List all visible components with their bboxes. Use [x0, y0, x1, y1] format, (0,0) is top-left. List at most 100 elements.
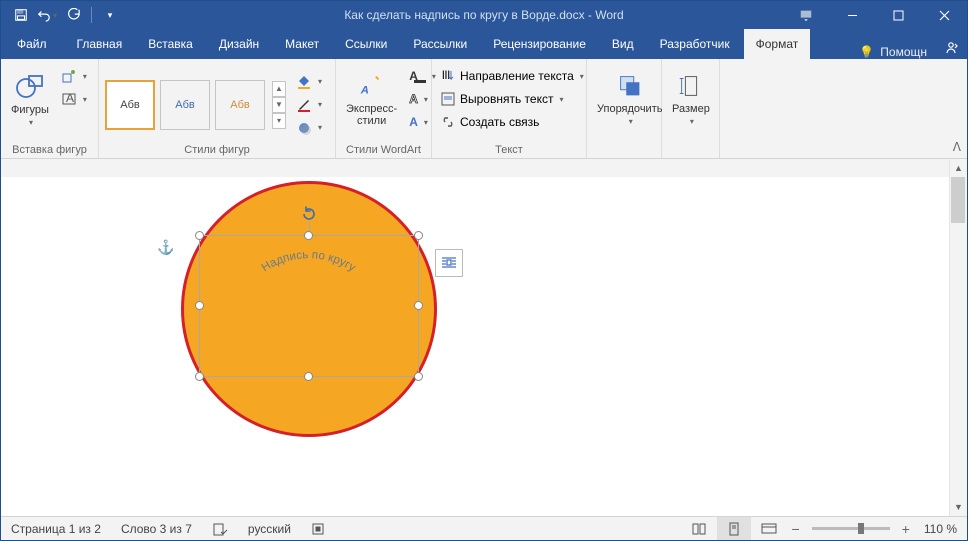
tab-developer[interactable]: Разработчик: [648, 29, 742, 59]
web-layout-button[interactable]: [751, 517, 787, 540]
shape-style-3[interactable]: Абв: [215, 80, 265, 130]
fill-icon: [296, 74, 312, 90]
tell-me-label: Помощн: [880, 45, 927, 59]
arrange-icon: [615, 71, 645, 101]
macro-indicator[interactable]: [301, 517, 335, 540]
ribbon-options-button[interactable]: [783, 1, 829, 29]
svg-text:lll: lll: [442, 68, 450, 82]
collapse-ribbon-button[interactable]: ᐱ: [953, 140, 961, 154]
quick-styles-button[interactable]: A Экспресс- стили: [340, 61, 403, 136]
shape-fill-button[interactable]: ▾: [292, 71, 326, 93]
tab-insert[interactable]: Вставка: [136, 29, 205, 59]
page[interactable]: ⚓ Надпись по кругу: [41, 177, 937, 516]
spellcheck-button[interactable]: [202, 517, 238, 540]
language-indicator[interactable]: русский: [238, 517, 301, 540]
zoom-thumb[interactable]: [858, 523, 864, 534]
resize-handle-tl[interactable]: [195, 231, 204, 240]
resize-handle-mr[interactable]: [414, 301, 423, 310]
resize-handle-tr[interactable]: [414, 231, 423, 240]
edit-shape-button[interactable]: ▾: [57, 65, 91, 87]
svg-text:A: A: [66, 91, 74, 105]
scroll-up-button[interactable]: ▲: [950, 159, 967, 177]
tab-references[interactable]: Ссылки: [333, 29, 399, 59]
undo-button[interactable]: ▾: [35, 3, 59, 27]
lightbulb-icon: 💡: [859, 45, 874, 59]
gallery-up-button[interactable]: ▲: [272, 81, 286, 97]
tab-home[interactable]: Главная: [65, 29, 135, 59]
link-icon: [440, 114, 456, 130]
tab-design[interactable]: Дизайн: [207, 29, 271, 59]
selection-box[interactable]: [199, 235, 419, 377]
ruler-area: [1, 159, 949, 177]
tab-format[interactable]: Формат: [744, 29, 811, 59]
vertical-scrollbar[interactable]: ▲ ▼: [949, 159, 967, 516]
size-button[interactable]: Размер▾: [666, 61, 716, 136]
text-direction-icon: lll: [440, 68, 456, 84]
anchor-icon: ⚓: [157, 239, 174, 256]
resize-handle-bm[interactable]: [304, 372, 313, 381]
resize-handle-ml[interactable]: [195, 301, 204, 310]
shapes-label: Фигуры: [11, 104, 49, 116]
tell-me[interactable]: 💡 Помощн: [859, 45, 927, 59]
resize-handle-br[interactable]: [414, 372, 423, 381]
scroll-down-button[interactable]: ▼: [950, 498, 967, 516]
zoom-slider[interactable]: [812, 527, 890, 530]
chevron-down-icon: ▾: [29, 118, 33, 127]
group-arrange: Упорядочить▾: [587, 59, 662, 158]
tab-review[interactable]: Рецензирование: [481, 29, 598, 59]
shape-style-1[interactable]: Абв: [105, 80, 155, 130]
resize-handle-bl[interactable]: [195, 372, 204, 381]
shape-outline-button[interactable]: ▾: [292, 94, 326, 116]
window-controls: [783, 1, 967, 29]
group-text: lllНаправление текста▾ Выровнять текст▾ …: [432, 59, 587, 158]
text-effects-icon: A: [409, 115, 418, 129]
group-label-wordart: Стили WordArt: [340, 142, 427, 158]
qat-customize-button[interactable]: ▾: [98, 3, 122, 27]
redo-button[interactable]: [61, 3, 85, 27]
quick-access-toolbar: ▾ ▾: [1, 3, 122, 27]
ribbon: Фигуры ▾ ▾ A▾ Вставка фигур Абв Абв Абв …: [1, 59, 967, 159]
shapes-button[interactable]: Фигуры ▾: [5, 61, 55, 136]
zoom-out-button[interactable]: −: [787, 521, 803, 537]
close-button[interactable]: [921, 1, 967, 29]
layout-options-button[interactable]: [435, 249, 463, 277]
macro-icon: [311, 522, 325, 536]
save-button[interactable]: [9, 3, 33, 27]
create-link-button[interactable]: Создать связь: [436, 111, 588, 133]
text-direction-label: Направление текста: [460, 69, 574, 83]
outline-icon: [296, 97, 312, 113]
gallery-more-button[interactable]: ▾: [272, 113, 286, 129]
align-text-button[interactable]: Выровнять текст▾: [436, 88, 588, 110]
size-label: Размер: [672, 103, 710, 115]
tab-file[interactable]: Файл: [1, 29, 63, 59]
maximize-button[interactable]: [875, 1, 921, 29]
zoom-level[interactable]: 110 %: [914, 517, 967, 540]
shape-style-2[interactable]: Абв: [160, 80, 210, 130]
shape-effects-button[interactable]: ▾: [292, 117, 326, 139]
scroll-thumb[interactable]: [951, 177, 965, 223]
print-layout-button[interactable]: [717, 517, 751, 540]
zoom-in-button[interactable]: +: [898, 521, 914, 537]
tab-view[interactable]: Вид: [600, 29, 646, 59]
arrange-button[interactable]: Упорядочить▾: [591, 61, 668, 136]
word-count[interactable]: Слово 3 из 7: [111, 517, 202, 540]
text-box-button[interactable]: A▾: [57, 88, 91, 110]
text-direction-button[interactable]: lllНаправление текста▾: [436, 65, 588, 87]
tab-layout[interactable]: Макет: [273, 29, 331, 59]
arrange-label: Упорядочить: [597, 103, 662, 115]
print-layout-icon: [727, 522, 741, 536]
read-mode-button[interactable]: [681, 517, 717, 540]
minimize-button[interactable]: [829, 1, 875, 29]
group-shape-styles: Абв Абв Абв ▲ ▼ ▾ ▾ ▾ ▾ Стили фигур: [99, 59, 336, 158]
resize-handle-tm[interactable]: [304, 231, 313, 240]
web-layout-icon: [761, 522, 777, 536]
share-button[interactable]: [943, 40, 959, 59]
rotate-handle[interactable]: [301, 206, 317, 222]
gallery-scroll: ▲ ▼ ▾: [272, 81, 286, 129]
document-area[interactable]: ⚓ Надпись по кругу: [1, 159, 949, 516]
titlebar: ▾ ▾ Как сделать надпись по кругу в Ворде…: [1, 1, 967, 29]
tab-mailings[interactable]: Рассылки: [401, 29, 479, 59]
effects-icon: [296, 120, 312, 136]
gallery-down-button[interactable]: ▼: [272, 97, 286, 113]
page-indicator[interactable]: Страница 1 из 2: [1, 517, 111, 540]
